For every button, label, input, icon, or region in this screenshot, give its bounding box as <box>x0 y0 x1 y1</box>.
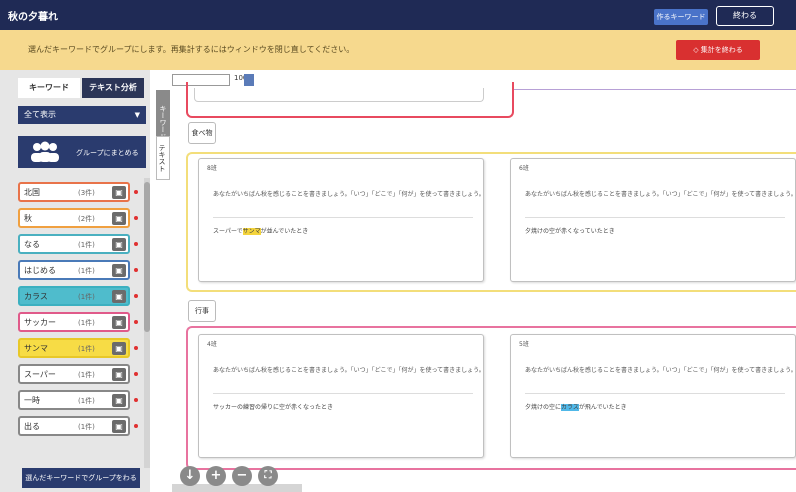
make-group-label: グループにまとめる <box>76 149 139 157</box>
keyword-count: (2件) <box>78 215 95 223</box>
zoom-controls: ↓ + − ⛶ <box>172 466 302 492</box>
keyword-item[interactable]: スーパー (1件) ▣ <box>18 364 130 384</box>
keyword-word: 一時 <box>24 396 40 405</box>
card-question: あなたがいちばん秋を感じることを書きましょう。「いつ」「どこで」「何が」を使って… <box>525 191 796 198</box>
keyword-detail-icon[interactable]: ▣ <box>112 186 126 199</box>
keyword-item[interactable]: はじめる (1件) ▣ <box>18 260 130 280</box>
keyword-color-dot <box>134 320 138 324</box>
keyword-item[interactable]: サンマ (1件) ▣ <box>18 338 130 358</box>
keyword-count: (1件) <box>78 397 95 405</box>
title-bar: 秋の夕暮れ 作るキーワード 終わる <box>0 0 796 30</box>
red-group-frame <box>186 82 514 118</box>
highlight-keyword: サンマ <box>242 228 261 235</box>
keyword-word: 北国 <box>24 188 40 197</box>
keyword-count: (3件) <box>78 189 95 197</box>
keyword-word: カラス <box>24 292 48 301</box>
keyword-detail-icon[interactable]: ▣ <box>112 316 126 329</box>
keyword-detail-icon[interactable]: ▣ <box>112 212 126 225</box>
keyword-item[interactable]: カラス (1件) ▣ <box>18 286 130 306</box>
answer-card[interactable]: 4班 あなたがいちばん秋を感じることを書きましょう。「いつ」「どこで」「何が」を… <box>198 334 485 458</box>
finish-tally-button[interactable]: ◇ 集計を終わる <box>676 40 760 60</box>
card-tag: 5班 <box>519 341 529 348</box>
purple-group-border <box>514 89 796 90</box>
highlight-keyword: カラス <box>561 404 579 411</box>
keyword-item[interactable]: なる (1件) ▣ <box>18 234 130 254</box>
keyword-color-dot <box>134 242 138 246</box>
filter-select-value: 全て表示 <box>24 110 56 119</box>
group-label-events[interactable]: 行事 <box>188 300 216 322</box>
keyword-count: (1件) <box>78 345 95 353</box>
zoom-out-icon[interactable]: − <box>232 466 252 486</box>
keyword-item[interactable]: 北国 (3件) ▣ <box>18 182 130 202</box>
zoom-in-icon[interactable]: + <box>206 466 226 486</box>
keyword-word: サンマ <box>24 344 48 353</box>
keyword-detail-icon[interactable]: ▣ <box>112 420 126 433</box>
create-keyword-button[interactable]: 作るキーワード <box>654 9 708 25</box>
keyword-detail-icon[interactable]: ▣ <box>112 238 126 251</box>
keyword-word: 出る <box>24 422 40 431</box>
group-label-food[interactable]: 食べ物 <box>188 122 216 144</box>
keyword-word: スーパー <box>24 370 56 379</box>
tab-text-analysis[interactable]: テキスト分析 <box>82 78 144 98</box>
banner-message: 選んだキーワードでグループにします。再集計するにはウィンドウを閉じ直してください… <box>28 45 355 54</box>
answer-card[interactable]: 5班 あなたがいちばん秋を感じることを書きましょう。「いつ」「どこで」「何が」を… <box>510 334 796 458</box>
people-icon <box>31 141 59 162</box>
card-question: あなたがいちばん秋を感じることを書きましょう。「いつ」「どこで」「何が」を使って… <box>213 367 485 374</box>
keyword-color-dot <box>134 268 138 272</box>
filter-select[interactable]: 全て表示 ▼ <box>18 106 146 124</box>
keyword-color-dot <box>134 372 138 376</box>
keyword-color-dot <box>134 294 138 298</box>
instruction-banner: 選んだキーワードでグループにします。再集計するにはウィンドウを閉じ直してください… <box>0 30 796 70</box>
keyword-word: なる <box>24 240 40 249</box>
card-answer: 夕焼けの空にカラスが飛んでいたとき <box>525 393 785 449</box>
tab-keyword[interactable]: キーワード <box>18 78 80 98</box>
card-tag: 6班 <box>519 165 529 172</box>
keyword-count: (1件) <box>78 371 95 379</box>
red-group-card <box>194 88 484 102</box>
make-group-button[interactable]: グループにまとめる <box>18 136 146 168</box>
keyword-count: (1件) <box>78 423 95 431</box>
keyword-count: (1件) <box>78 241 95 249</box>
scrollbar-thumb[interactable] <box>144 182 150 332</box>
keyword-color-dot <box>134 190 138 194</box>
card-answer: スーパーでサンマが並んでいたとき <box>213 217 473 273</box>
vtab-text[interactable]: テキスト <box>156 136 170 180</box>
keyword-count: (1件) <box>78 319 95 327</box>
group-by-selected-keyword-button[interactable]: 選んだキーワードでグループをわる <box>22 468 140 488</box>
card-question: あなたがいちばん秋を感じることを書きましょう。「いつ」「どこで」「何が」を使って… <box>213 191 485 198</box>
keyword-detail-icon[interactable]: ▣ <box>112 342 126 355</box>
keyword-color-dot <box>134 346 138 350</box>
chevron-down-icon: ▼ <box>134 111 140 119</box>
answer-card[interactable]: 8班 あなたがいちばん秋を感じることを書きましょう。「いつ」「どこで」「何が」を… <box>198 158 485 282</box>
card-tag: 4班 <box>207 341 217 348</box>
card-tag: 8班 <box>207 165 217 172</box>
keyword-detail-icon[interactable]: ▣ <box>112 264 126 277</box>
keyword-count: (1件) <box>78 293 95 301</box>
fit-screen-icon[interactable]: ⛶ <box>258 466 278 486</box>
keyword-item[interactable]: サッカー (1件) ▣ <box>18 312 130 332</box>
keyword-count: (1件) <box>78 267 95 275</box>
window-title: 秋の夕暮れ <box>8 12 58 23</box>
card-question: あなたがいちばん秋を感じることを書きましょう。「いつ」「どこで」「何が」を使って… <box>525 367 796 374</box>
close-button[interactable]: 終わる <box>716 6 774 26</box>
keyword-detail-icon[interactable]: ▣ <box>112 368 126 381</box>
keyword-color-dot <box>134 424 138 428</box>
keyword-word: 秋 <box>24 214 32 223</box>
keyword-detail-icon[interactable]: ▣ <box>112 394 126 407</box>
keyword-word: サッカー <box>24 318 56 327</box>
keyword-item[interactable]: 一時 (1件) ▣ <box>18 390 130 410</box>
keyword-detail-icon[interactable]: ▣ <box>112 290 126 303</box>
arrow-down-icon[interactable]: ↓ <box>180 466 200 486</box>
keyword-item[interactable]: 出る (1件) ▣ <box>18 416 130 436</box>
card-answer: サッカーの練習の帰りに空が赤くなったとき <box>213 393 473 449</box>
keyword-color-dot <box>134 216 138 220</box>
keyword-item[interactable]: 秋 (2件) ▣ <box>18 208 130 228</box>
keyword-color-dot <box>134 398 138 402</box>
card-answer: 夕焼けの空が赤くなっていたとき <box>525 217 785 273</box>
answer-card[interactable]: 6班 あなたがいちばん秋を感じることを書きましょう。「いつ」「どこで」「何が」を… <box>510 158 796 282</box>
sidebar-scrollbar[interactable] <box>144 178 150 468</box>
keyword-word: はじめる <box>24 266 56 275</box>
